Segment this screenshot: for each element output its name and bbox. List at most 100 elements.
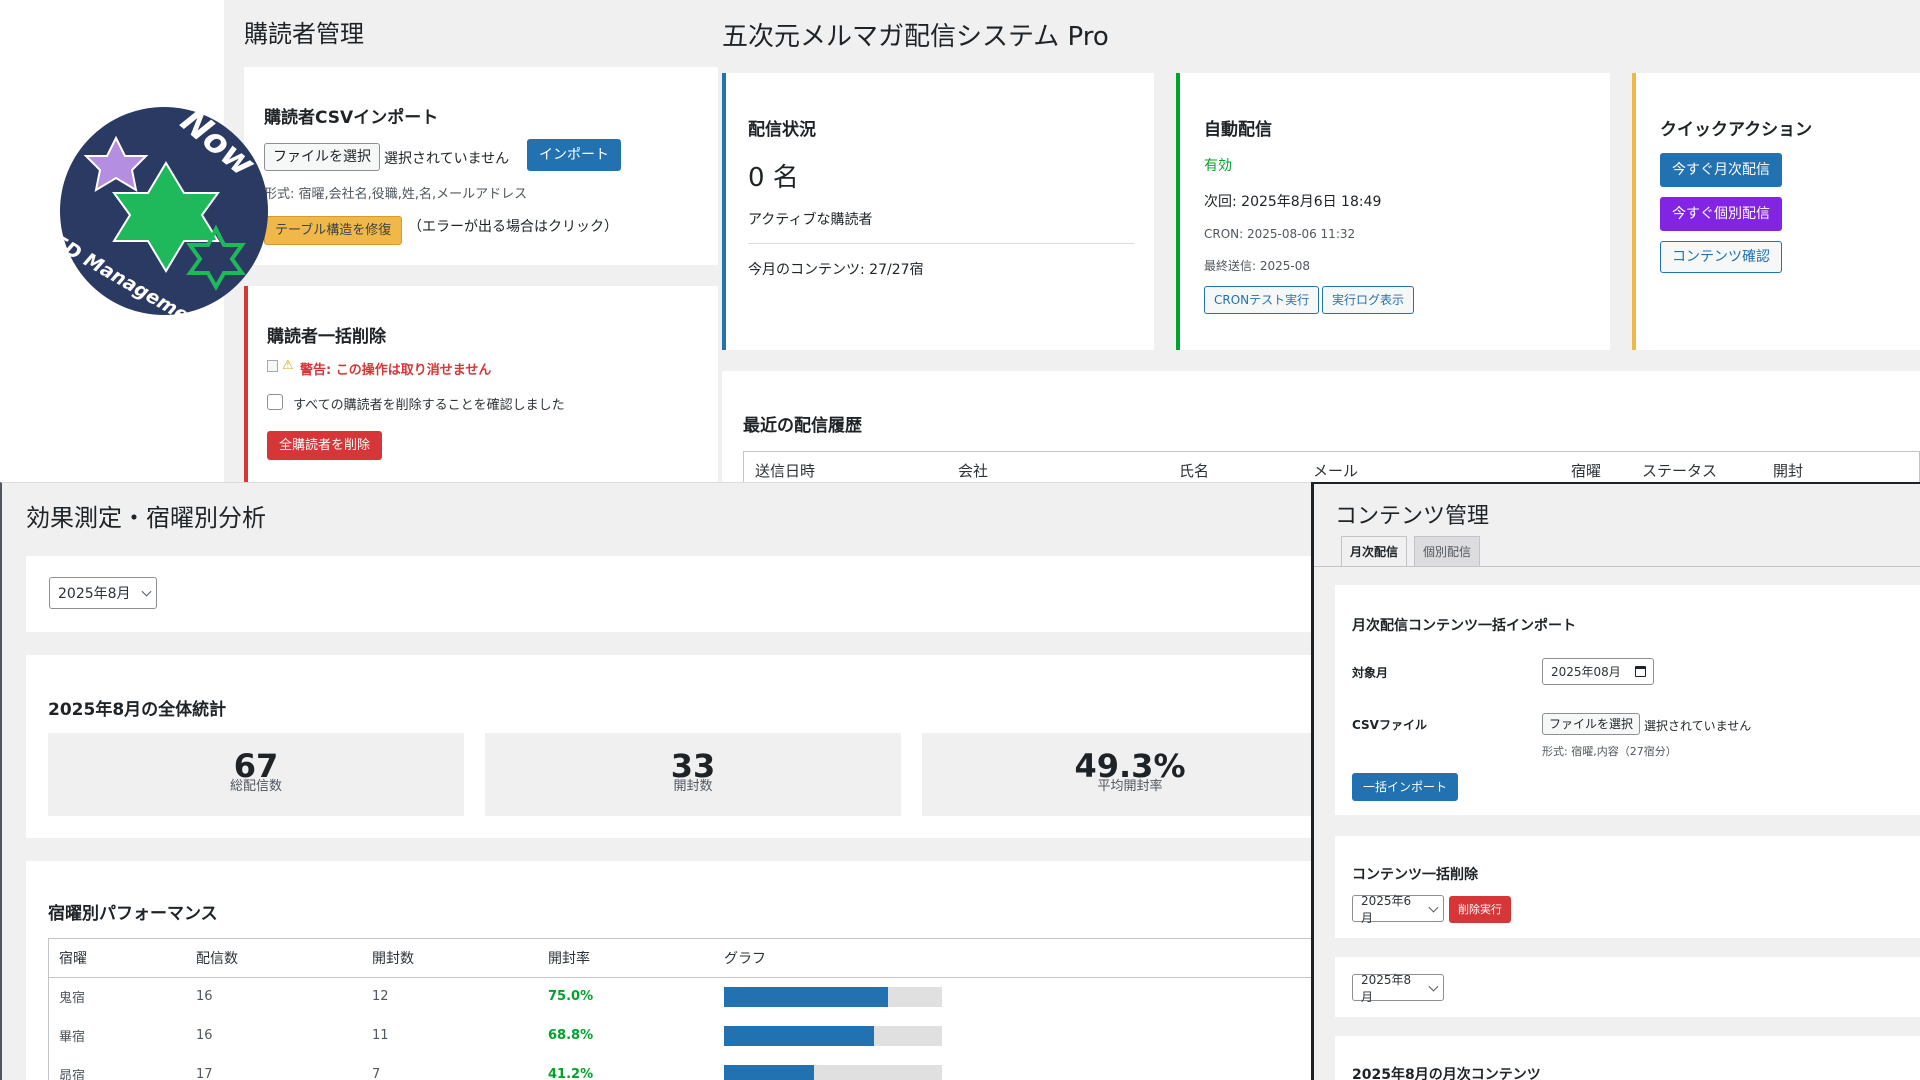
csv-import-heading: 購読者CSVインポート <box>264 108 439 128</box>
history-col-name: 氏名 <box>1179 462 1210 480</box>
perf-sent: 16 <box>196 1028 213 1043</box>
table-row: 昴宿 17 7 41.2% <box>49 1055 1313 1080</box>
delete-execute-button[interactable]: 削除実行 <box>1449 896 1511 923</box>
quick-action-heading: クイックアクション <box>1660 120 1813 140</box>
chevron-down-icon <box>1428 981 1439 992</box>
delete-month-value: 2025年6月 <box>1361 893 1412 925</box>
analytics-title: 効果測定・宿曜別分析 <box>26 504 266 532</box>
send-monthly-now-button[interactable]: 今すぐ月次配信 <box>1660 153 1782 187</box>
perf-sent: 16 <box>196 989 213 1005</box>
perf-shuku: 畢宿 <box>59 1030 86 1045</box>
repair-table-button[interactable]: テーブル構造を修復 <box>264 216 403 245</box>
perf-bar-track <box>724 986 942 1007</box>
table-row: 畢宿 16 11 68.8% <box>49 1016 1313 1055</box>
perf-shuku: 鬼宿 <box>59 991 86 1007</box>
bulk-delete-heading: 購読者一括削除 <box>267 327 386 347</box>
perf-bar-track <box>724 1064 942 1080</box>
perf-col-shuku: 宿曜 <box>49 939 186 978</box>
tab-individual-label: 個別配信 <box>1422 545 1471 559</box>
content-bulk-delete-card: コンテンツ一括削除 2025年6月 削除実行 <box>1335 836 1920 938</box>
csv-import-card: 購読者CSVインポート ファイルを選択 選択されていません インポート 形式: … <box>244 67 718 265</box>
perf-rate: 68.8% <box>548 1028 594 1043</box>
delivery-status-heading: 配信状況 <box>748 120 816 140</box>
quick-action-card: クイックアクション 今すぐ月次配信 今すぐ個別配信 コンテンツ確認 <box>1632 73 1920 350</box>
chevron-down-icon <box>1428 902 1439 913</box>
performance-table: 宿曜 配信数 開封数 開封率 グラフ 鬼宿 16 12 75.0% 畢宿 16 … <box>49 939 1313 1080</box>
history-table-header: 送信日時 会社 氏名 メール 宿曜 ステータス 開封 <box>743 451 1920 482</box>
auto-delivery-card: 自動配信 有効 次回: 2025年8月6日 18:49 CRON: 2025-0… <box>1176 73 1610 350</box>
next-delivery: 次回: 2025年8月6日 18:49 <box>1204 194 1382 210</box>
stat-total-sent-label: 総配信数 <box>229 779 282 794</box>
history-col-company: 会社 <box>958 462 989 480</box>
check-content-button[interactable]: コンテンツ確認 <box>1660 241 1782 273</box>
send-individual-now-button[interactable]: 今すぐ個別配信 <box>1660 197 1782 231</box>
delete-all-subscribers-button[interactable]: 全購読者を削除 <box>267 431 383 460</box>
perf-col-sent: 配信数 <box>186 939 362 978</box>
content-file-status: 選択されていません <box>1644 719 1752 733</box>
monthly-import-card: 月次配信コンテンツ一括インポート 対象月 2025年08月 CSVファイル ファ… <box>1335 585 1920 815</box>
confirm-delete-checkbox[interactable] <box>267 394 283 410</box>
delete-month-select[interactable]: 2025年6月 <box>1352 894 1444 925</box>
target-month-label: 対象月 <box>1352 666 1389 680</box>
execution-log-button[interactable]: 実行ログ表示 <box>1322 286 1415 314</box>
perf-opened: 11 <box>372 1028 389 1043</box>
perf-opened: 7 <box>372 1067 381 1080</box>
table-row: 鬼宿 16 12 75.0% <box>49 977 1313 1016</box>
tab-monthly-label: 月次配信 <box>1349 545 1398 559</box>
stat-total-sent: 67 総配信数 <box>48 733 464 816</box>
stat-open-rate-label: 平均開封率 <box>1097 779 1163 794</box>
csv-file-status: 選択されていません <box>384 151 510 167</box>
history-col-opened: 開封 <box>1773 462 1804 480</box>
repair-note: （エラーが出る場合はクリック） <box>408 219 618 235</box>
monthly-content-heading: 2025年8月の月次コンテンツ <box>1352 1067 1541 1080</box>
delivery-status-card: 配信状況 0 名 アクティブな購読者 今月のコンテンツ: 27/27宿 <box>722 73 1154 350</box>
month-filter-card: 2025年8月 <box>26 556 1313 632</box>
history-col-shuku: 宿曜 <box>1571 462 1602 480</box>
perf-sent: 17 <box>196 1067 213 1080</box>
perf-bar-fill <box>724 1064 814 1080</box>
cron-test-button[interactable]: CRONテスト実行 <box>1204 286 1320 314</box>
warning-icon: ⚠ <box>282 358 294 373</box>
calendar-icon <box>1635 666 1646 677</box>
recent-history-card: 最近の配信履歴 送信日時 会社 氏名 メール 宿曜 ステータス 開封 <box>722 371 1920 482</box>
perf-col-graph: グラフ <box>714 939 1313 978</box>
perf-bar-track <box>724 1025 942 1046</box>
overall-stats-heading: 2025年8月の全体統計 <box>48 700 227 720</box>
analytics-month-value: 2025年8月 <box>58 586 131 602</box>
csv-file-select-button[interactable]: ファイルを選択 <box>264 143 380 171</box>
recent-history-heading: 最近の配信履歴 <box>743 416 862 436</box>
perf-col-rate: 開封率 <box>538 939 714 978</box>
tab-bar-line <box>1314 566 1920 567</box>
content-filter-value: 2025年8月 <box>1361 972 1412 1004</box>
dashboard-title: 五次元メルマガ配信システム Pro <box>722 22 1109 52</box>
bulk-delete-warning: 警告: この操作は取り消せません <box>300 363 492 378</box>
monthly-import-heading: 月次配信コンテンツ一括インポート <box>1352 618 1576 634</box>
bulk-import-button[interactable]: 一括インポート <box>1352 773 1459 801</box>
stat-total-opened: 33 開封数 <box>485 733 901 816</box>
monthly-content-status: 今月のコンテンツ: 27/27宿 <box>748 262 924 278</box>
cron-time: CRON: 2025-08-06 11:32 <box>1204 227 1356 241</box>
perf-bar-fill <box>724 986 888 1007</box>
tab-individual[interactable]: 個別配信 <box>1414 536 1480 566</box>
content-file-select-button[interactable]: ファイルを選択 <box>1542 713 1641 735</box>
bulk-delete-card: 購読者一括削除 ⚠ 警告: この操作は取り消せません すべての購読者を削除するこ… <box>244 286 718 482</box>
target-month-value: 2025年08月 <box>1551 665 1621 679</box>
overall-stats-card: 2025年8月の全体統計 67 総配信数 33 開封数 49.3% 平均開封率 <box>26 655 1338 838</box>
tab-monthly[interactable]: 月次配信 <box>1341 536 1407 566</box>
analytics-month-select[interactable]: 2025年8月 <box>49 577 157 609</box>
content-format-note: 形式: 宿曜,内容（27宿分） <box>1542 745 1677 758</box>
stat-total-opened-label: 開封数 <box>673 779 713 794</box>
content-filter-select[interactable]: 2025年8月 <box>1352 973 1444 1004</box>
broken-image-icon <box>267 360 278 372</box>
subscriber-count-label: アクティブな購読者 <box>748 212 873 228</box>
history-col-status: ステータス <box>1642 462 1718 480</box>
auto-delivery-heading: 自動配信 <box>1204 120 1272 140</box>
performance-header-row: 宿曜 配信数 開封数 開封率 グラフ <box>49 939 1313 978</box>
csv-import-button[interactable]: インポート <box>527 139 621 171</box>
content-mgmt-title: コンテンツ管理 <box>1335 504 1490 529</box>
target-month-input[interactable]: 2025年08月 <box>1542 658 1654 685</box>
performance-heading: 宿曜別パフォーマンス <box>48 904 218 924</box>
last-sent: 最終送信: 2025-08 <box>1204 259 1310 273</box>
perf-rate: 41.2% <box>548 1067 594 1080</box>
csv-format-note: 形式: 宿曜,会社名,役職,姓,名,メールアドレス <box>264 187 528 202</box>
